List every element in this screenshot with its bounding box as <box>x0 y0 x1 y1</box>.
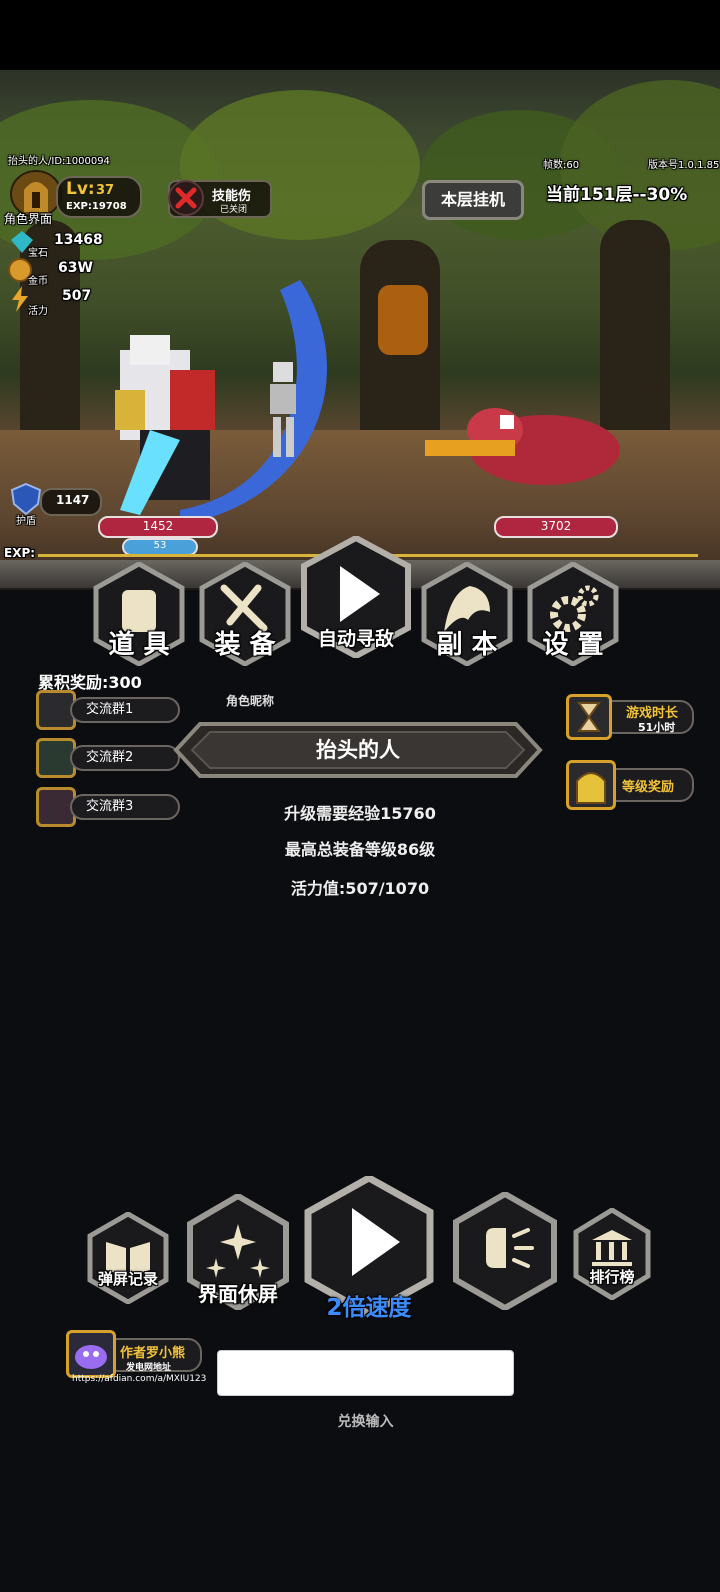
nickname-banner[interactable]: 抬头的人 <box>170 714 546 786</box>
shield-panel: 1147 <box>40 488 102 516</box>
dungeon-label: 副 本 <box>436 630 498 660</box>
level-value: 37 <box>96 183 115 198</box>
exp-needed: 升级需要经验15760 <box>284 804 436 823</box>
shield-icon <box>10 482 42 516</box>
dungeon-button[interactable]: 副 本 <box>420 561 514 667</box>
gem-value: 13468 <box>54 232 103 248</box>
portrait-label[interactable]: 角色界面 <box>4 210 52 227</box>
gem-label: 宝石 <box>28 248 48 259</box>
floor-progress: 当前151层--30% <box>546 185 688 205</box>
playtime-value: 51小时 <box>638 721 676 734</box>
version-label: 版本号1.0.1.85 <box>648 160 720 171</box>
battle-scene: 抬头的人/ID:1000094 角色界面 Lv: 37 EXP:19708 宝石… <box>0 70 720 575</box>
player-hp-bar: 1452 <box>98 516 218 538</box>
stamina-label: 活力 <box>28 306 48 317</box>
screen-rest-label: 界面休屏 <box>198 1282 278 1306</box>
gold-value: 63W <box>58 260 93 276</box>
enemy-hp-bar: 3702 <box>494 516 618 538</box>
items-label: 道 具 <box>108 630 170 660</box>
stamina-value: 507 <box>62 288 92 304</box>
speed-2x-label: 2倍速度 <box>326 1295 412 1321</box>
stamina-info: 活力值:507/1070 <box>290 879 430 898</box>
author-name: 作者罗小熊 <box>120 1346 186 1361</box>
gold-label: 金币 <box>28 276 48 287</box>
shield-label: 护盾 <box>16 516 36 527</box>
auto-find-enemy-label: 自动寻敌 <box>317 628 394 650</box>
author-link[interactable]: 作者罗小熊 发电网地址 https://afdian.com/a/MXIU123 <box>66 1328 206 1386</box>
auto-find-enemy-button[interactable]: 自动寻敌 <box>300 534 412 660</box>
settings-label: 设 置 <box>542 630 604 660</box>
skill-damage-state: 已关闭 <box>220 205 248 215</box>
equipment-button[interactable]: 装 备 <box>198 561 292 667</box>
enemy-toad-sprite <box>425 408 620 485</box>
exp-value: EXP:19708 <box>66 201 127 212</box>
author-url[interactable]: https://afdian.com/a/MXIU123 <box>72 1374 206 1384</box>
pumpkin-face-icon <box>378 285 428 355</box>
nickname-caption: 角色昵称 <box>225 694 274 708</box>
nickname: 抬头的人 <box>316 738 400 762</box>
skill-damage-toggle[interactable]: 技能伤 已关闭 <box>168 180 272 218</box>
redeem-label[interactable]: 兑换输入 <box>217 1411 514 1431</box>
skeleton-sprite <box>270 362 296 457</box>
author-subtitle: 发电网地址 <box>126 1363 172 1373</box>
playtime-panel[interactable]: 游戏时长 51小时 <box>566 694 696 740</box>
barrage-log-label: 弹屏记录 <box>97 1270 158 1288</box>
leaderboard-button[interactable]: 排行榜 <box>572 1207 652 1301</box>
leaderboard-label: 排行榜 <box>589 1268 635 1286</box>
level-panel: Lv: 37 EXP:19708 <box>56 176 142 218</box>
light-toggle-button[interactable] <box>452 1190 558 1312</box>
hourglass-icon <box>566 694 612 740</box>
group-2-label: 交流群2 <box>70 745 180 771</box>
lightning-icon <box>10 286 30 312</box>
equipment-label: 装 备 <box>214 630 276 660</box>
idle-floor-button[interactable]: 本层挂机 <box>422 180 524 220</box>
status-bar <box>0 0 720 70</box>
fps-counter: 帧数:60 <box>543 160 580 171</box>
items-button[interactable]: 道 具 <box>92 561 186 667</box>
shield-value: 1147 <box>56 493 90 507</box>
speed-2x-button[interactable]: 2倍速度 <box>304 1173 434 1321</box>
redeem-input[interactable] <box>217 1350 514 1396</box>
close-icon <box>168 180 204 216</box>
settings-button[interactable]: 设 置 <box>526 561 620 667</box>
screen-rest-button[interactable]: 界面休屏 <box>186 1192 290 1312</box>
group-2-button[interactable]: 交流群2 <box>36 738 180 778</box>
author-avatar <box>66 1330 116 1378</box>
level-prefix: Lv: <box>66 179 95 199</box>
exp-bar-label: EXP: <box>4 546 36 560</box>
level-reward-label: 等级奖励 <box>622 780 675 795</box>
max-equip-level: 最高总装备等级86级 <box>284 840 436 859</box>
barrage-log-button[interactable]: 弹屏记录 <box>86 1211 170 1305</box>
player-name-id: 抬头的人/ID:1000094 <box>8 156 110 167</box>
